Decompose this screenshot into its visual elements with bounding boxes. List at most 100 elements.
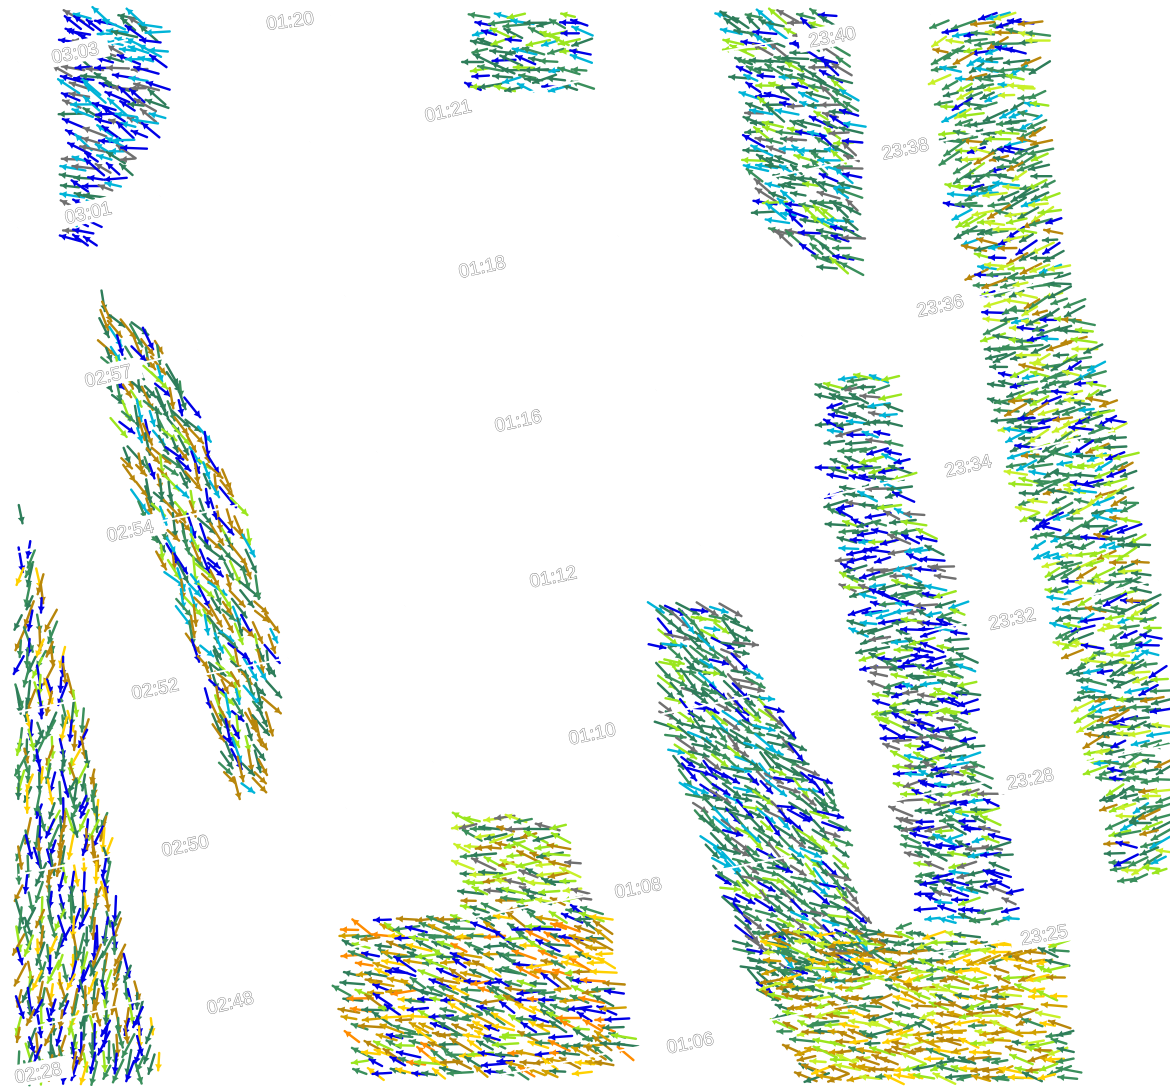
wind-vector [339,979,366,987]
wind-vector [761,120,784,129]
wind-vector [1044,958,1071,967]
wind-vector [461,995,486,1005]
wind-vector [800,1063,827,1075]
wind-vector [460,897,477,905]
wind-vector [891,1001,911,1010]
wind-vector [931,35,948,48]
wind-vector [1141,649,1160,657]
wind-vector [703,625,721,633]
wind-vector [845,982,871,993]
wind-vector [1003,297,1030,305]
wind-vector [774,154,798,166]
wind-vector [849,964,866,973]
wind-vector [927,73,952,86]
wind-vector [987,254,1007,262]
map-canvas: 01:2003:0303:0102:5702:5402:5202:5002:48… [2,4,1170,1087]
wind-vector [813,780,825,797]
wind-vector [550,972,570,989]
wind-vector [105,64,131,72]
wind-vector [580,976,606,984]
wind-vector [1148,664,1168,679]
wind-vector [395,915,419,923]
wind-vector [128,75,149,83]
wind-vector [921,740,946,753]
wind-vector [942,91,959,98]
time-label: 23:34 [943,451,994,482]
wind-vector [818,172,839,183]
wind-vector [148,409,156,428]
wind-vector [339,926,360,934]
wind-vector [871,998,895,1011]
wind-vector [946,646,970,653]
wind-vector [890,672,909,680]
wind-vector [13,962,28,987]
wind-vector [340,1014,358,1021]
wind-vector [1103,850,1126,857]
wind-vector [924,915,941,923]
wind-vector [491,72,514,80]
wind-vector [859,392,881,400]
wind-vector [932,47,949,55]
wind-vector [1038,1062,1059,1072]
wind-vector [827,1072,850,1083]
wind-vector [66,834,75,860]
wind-vector [240,782,256,794]
wind-vector [967,797,987,805]
time-label: 01:10 [567,719,618,749]
wind-vector [1149,787,1170,795]
time-label: 01:12 [528,562,579,592]
wind-vector [1142,624,1162,632]
wind-vector [1002,914,1020,922]
wind-vector [1139,846,1160,856]
wind-vector [58,978,68,1004]
wind-vector [1120,503,1137,514]
wind-vector [933,590,957,599]
wind-vector [471,72,491,80]
wind-vector [955,663,977,673]
time-label: 02:52 [130,675,181,705]
wind-vector [13,614,23,631]
wind-vector [919,555,946,563]
wind-vector [719,885,742,893]
wind-vector [667,645,683,661]
wind-vector [491,1041,520,1049]
wind-vector [882,742,901,751]
wind-vector [829,457,849,466]
wind-vector [1060,648,1085,660]
wind-vector [1115,546,1138,562]
wind-vector [1155,847,1170,855]
wind-vector [1116,523,1143,534]
wind-vector [1028,469,1050,477]
wind-vector [824,830,841,839]
wind-vector [560,11,576,19]
wind-vector [980,815,1002,827]
wind-vector [225,507,234,529]
wind-vector [558,866,582,879]
wind-vector [814,983,834,991]
wind-vector [546,842,572,851]
wind-vector [467,11,491,19]
wind-vector [1015,1008,1039,1019]
wind-vector [1047,1019,1072,1030]
wind-vector [835,428,863,438]
wind-vector [1045,973,1067,981]
wind-vector [774,107,800,116]
wind-vector [1068,317,1096,327]
wind-vector [371,1070,393,1077]
wind-vector [1094,434,1114,444]
wind-vector [988,861,1010,872]
wind-vector [1073,694,1091,702]
wind-vector [538,57,559,65]
wind-vector [1065,389,1084,397]
wind-vector [352,1067,368,1076]
wind-vector [743,73,759,82]
wind-vector [395,1049,422,1059]
wind-vector [1051,495,1067,505]
wind-vector [1081,677,1108,687]
wind-vector [254,682,264,709]
wind-vector [985,271,1012,279]
time-label: 01:06 [665,1028,716,1058]
wind-vector [1000,907,1020,914]
time-track: 01:21 [309,79,585,143]
wind-vector [944,636,970,644]
